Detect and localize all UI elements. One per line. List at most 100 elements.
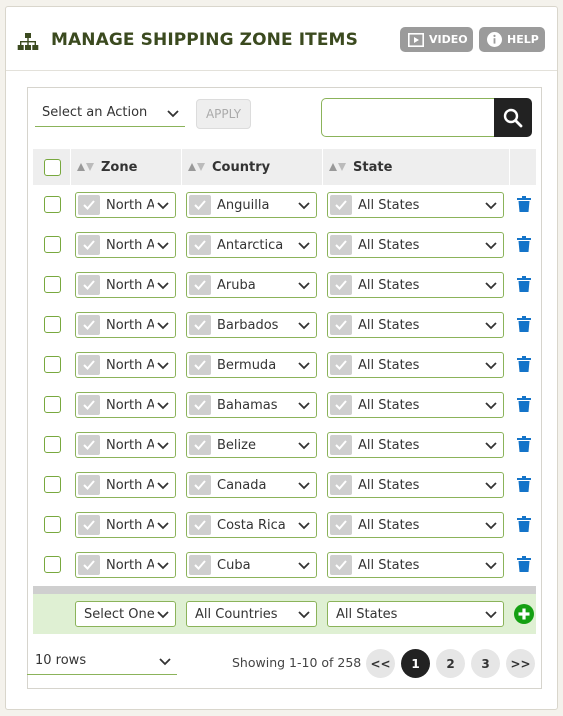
row-checkbox[interactable]: [44, 476, 61, 493]
new-state-select[interactable]: All States: [327, 601, 504, 627]
country-select[interactable]: Costa Rica: [186, 512, 317, 538]
next-page-button[interactable]: >>: [506, 649, 535, 678]
select-all-checkbox[interactable]: [44, 159, 61, 176]
toolbar: Select an Action APPLY: [28, 88, 541, 144]
row-checkbox[interactable]: [44, 276, 61, 293]
country-select[interactable]: Antarctica: [186, 232, 317, 258]
state-select[interactable]: All States: [327, 232, 504, 258]
trash-icon[interactable]: [517, 356, 531, 372]
trash-icon[interactable]: [517, 316, 531, 332]
state-value: All States: [358, 438, 420, 453]
search-button[interactable]: [494, 98, 532, 137]
apply-button[interactable]: APPLY: [196, 99, 251, 129]
check-icon: [189, 195, 211, 215]
chevron-down-icon: [485, 482, 497, 490]
column-state-header[interactable]: State: [323, 149, 509, 185]
row-checkbox[interactable]: [44, 516, 61, 533]
zone-select[interactable]: North A: [75, 392, 176, 418]
trash-icon[interactable]: [517, 556, 531, 572]
zone-select[interactable]: North A: [75, 272, 176, 298]
country-select[interactable]: Belize: [186, 432, 317, 458]
state-select[interactable]: All States: [327, 552, 504, 578]
state-value: All States: [358, 318, 420, 333]
row-checkbox[interactable]: [44, 196, 61, 213]
country-select[interactable]: Anguilla: [186, 192, 317, 218]
check-icon: [189, 275, 211, 295]
zone-select[interactable]: North A: [75, 352, 176, 378]
check-icon: [189, 435, 211, 455]
row-checkbox[interactable]: [44, 236, 61, 253]
row-checkbox[interactable]: [44, 556, 61, 573]
row-checkbox[interactable]: [44, 396, 61, 413]
help-button[interactable]: HELP: [479, 27, 545, 52]
zone-select[interactable]: North A: [75, 512, 176, 538]
plus-circle-icon[interactable]: [514, 604, 534, 624]
state-select[interactable]: All States: [327, 192, 504, 218]
chevron-down-icon: [298, 322, 310, 330]
search-input[interactable]: [321, 98, 495, 137]
country-select[interactable]: Barbados: [186, 312, 317, 338]
search-icon: [503, 108, 523, 127]
country-select[interactable]: Canada: [186, 472, 317, 498]
zone-select[interactable]: North A: [75, 472, 176, 498]
country-value: Bahamas: [217, 398, 278, 413]
page-2-button[interactable]: 2: [436, 649, 465, 678]
zone-select[interactable]: North A: [75, 552, 176, 578]
chevron-down-icon: [298, 362, 310, 370]
new-country-select[interactable]: All Countries: [186, 601, 317, 627]
check-icon: [78, 395, 100, 415]
state-select[interactable]: All States: [327, 352, 504, 378]
table-row: North A Canada All States: [33, 465, 536, 505]
country-value: Anguilla: [217, 198, 270, 213]
trash-icon[interactable]: [517, 196, 531, 212]
row-checkbox[interactable]: [44, 356, 61, 373]
state-select[interactable]: All States: [327, 432, 504, 458]
state-select[interactable]: All States: [327, 312, 504, 338]
check-icon: [78, 515, 100, 535]
trash-icon[interactable]: [517, 476, 531, 492]
trash-icon[interactable]: [517, 236, 531, 252]
chevron-down-icon: [298, 202, 310, 210]
chevron-down-icon: [157, 362, 169, 370]
trash-icon[interactable]: [517, 516, 531, 532]
check-icon: [330, 435, 352, 455]
row-checkbox[interactable]: [44, 316, 61, 333]
check-icon: [330, 395, 352, 415]
video-button[interactable]: VIDEO: [400, 27, 473, 52]
row-checkbox[interactable]: [44, 436, 61, 453]
trash-icon[interactable]: [517, 436, 531, 452]
check-icon: [330, 235, 352, 255]
state-select[interactable]: All States: [327, 272, 504, 298]
column-country-header[interactable]: Country: [182, 149, 322, 185]
column-zone-header[interactable]: Zone: [71, 149, 181, 185]
check-icon: [189, 515, 211, 535]
country-select[interactable]: Cuba: [186, 552, 317, 578]
play-icon: [408, 32, 424, 47]
country-value: Bermuda: [217, 358, 277, 373]
action-select[interactable]: Select an Action: [35, 100, 185, 127]
country-value: Antarctica: [217, 238, 284, 253]
check-icon: [78, 355, 100, 375]
trash-icon[interactable]: [517, 276, 531, 292]
country-select[interactable]: Aruba: [186, 272, 317, 298]
chevron-down-icon: [157, 482, 169, 490]
country-select[interactable]: Bahamas: [186, 392, 317, 418]
trash-icon[interactable]: [517, 396, 531, 412]
state-select[interactable]: All States: [327, 472, 504, 498]
zone-select[interactable]: North A: [75, 232, 176, 258]
state-select[interactable]: All States: [327, 512, 504, 538]
rows-per-page-select[interactable]: 10 rows: [27, 647, 177, 675]
check-icon: [78, 475, 100, 495]
zone-select[interactable]: North A: [75, 432, 176, 458]
prev-page-button[interactable]: <<: [366, 649, 395, 678]
country-select[interactable]: Bermuda: [186, 352, 317, 378]
state-select[interactable]: All States: [327, 392, 504, 418]
page-3-button[interactable]: 3: [471, 649, 500, 678]
zone-select[interactable]: North A: [75, 312, 176, 338]
page-1-button[interactable]: 1: [401, 649, 430, 678]
chevron-down-icon: [485, 522, 497, 530]
new-state-value: All States: [336, 607, 398, 622]
zone-select[interactable]: North A: [75, 192, 176, 218]
chevron-down-icon: [485, 242, 497, 250]
new-zone-select[interactable]: Select One: [75, 601, 176, 627]
